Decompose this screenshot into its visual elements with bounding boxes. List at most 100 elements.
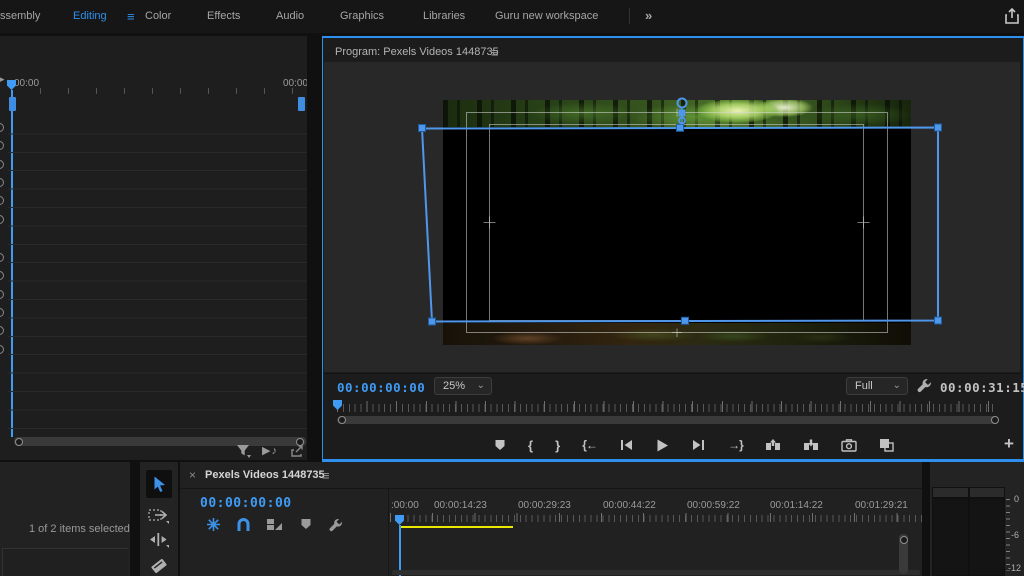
ec-stopwatch-icon[interactable] <box>0 141 4 150</box>
ec-stopwatch-icon[interactable] <box>0 196 4 205</box>
timeline-tab-title[interactable]: Pexels Videos 1448735 <box>205 469 325 481</box>
timeline-horizontal-scrollbar[interactable] <box>392 570 920 575</box>
timeline-vscroll-handle[interactable] <box>900 536 908 544</box>
ruler-label: 00:00:59:22 <box>687 500 740 511</box>
panel-grip-icon[interactable] <box>290 444 305 458</box>
comparison-view-button[interactable] <box>879 438 894 452</box>
ruler-label: :00:00 <box>391 500 419 511</box>
project-panel: 1 of 2 items selected <box>0 462 130 576</box>
tab-guru-new-workspace[interactable]: Guru new workspace <box>495 10 598 22</box>
timeline-tab-close-icon[interactable]: × <box>189 468 196 482</box>
meter-column-left[interactable] <box>932 498 969 576</box>
ripple-edit-tool-button[interactable] <box>148 532 170 548</box>
go-to-in-button[interactable]: {← <box>582 438 597 452</box>
meter-scale-label: -6 <box>1011 530 1019 540</box>
export-icon[interactable] <box>1002 6 1022 26</box>
ec-stopwatch-icon[interactable] <box>0 253 4 262</box>
mark-out-button[interactable]: } <box>555 438 560 453</box>
selection-tool-button[interactable] <box>146 470 172 498</box>
ec-row-expander-icon[interactable]: ▸ <box>0 74 5 85</box>
meter-column-right[interactable] <box>969 498 1005 576</box>
anchor-handle[interactable] <box>678 99 687 125</box>
program-controls-divider <box>324 373 1020 374</box>
chevron-down-icon: ⌄ <box>893 382 901 390</box>
project-list-area[interactable] <box>2 548 128 576</box>
workspace-bar: ssembly Editing ≡ Color Effects Audio Gr… <box>0 0 1024 33</box>
meter-scale-label: 0 <box>1014 494 1019 504</box>
handle-top-left <box>419 125 426 132</box>
extract-button[interactable] <box>803 438 819 452</box>
handle-bottom-left <box>429 318 436 325</box>
ec-stopwatch-icon[interactable] <box>0 345 4 354</box>
ec-stopwatch-icon[interactable] <box>0 215 4 224</box>
tab-color[interactable]: Color <box>145 10 171 22</box>
tab-libraries[interactable]: Libraries <box>423 10 465 22</box>
timeline-panel-menu-icon[interactable]: ≡ <box>322 468 330 483</box>
timeline-settings-wrench-icon[interactable] <box>328 517 344 533</box>
program-settings-wrench-icon[interactable] <box>916 377 933 394</box>
lift-button[interactable] <box>765 438 781 452</box>
ec-property-rows <box>8 116 307 438</box>
transform-overlay[interactable] <box>324 62 1020 372</box>
program-panel-title: Program: Pexels Videos 1448735 <box>335 46 499 58</box>
play-audio-icon[interactable]: ▶♪ <box>262 444 278 457</box>
tools-panel <box>140 462 178 576</box>
tab-overflow-chevron-icon[interactable]: » <box>645 8 652 23</box>
tab-audio[interactable]: Audio <box>276 10 304 22</box>
program-current-timecode[interactable]: 00:00:00:00 <box>337 380 425 395</box>
ruler-label: 00:01:14:22 <box>770 500 823 511</box>
ec-stopwatch-icon[interactable] <box>0 326 4 335</box>
program-panel-menu-icon[interactable]: ≡ <box>491 45 499 60</box>
ec-stopwatch-icon[interactable] <box>0 160 4 169</box>
filter-properties-icon[interactable] <box>236 444 252 459</box>
audio-meters-panel: 0 -6 -12 <box>930 462 1024 576</box>
timeline-current-timecode[interactable]: 00:00:00:00 <box>200 496 292 511</box>
meter-header-left <box>932 487 969 498</box>
ec-stopwatch-icon[interactable] <box>0 290 4 299</box>
export-frame-button[interactable] <box>841 438 857 452</box>
tab-overflow-divider <box>629 8 630 24</box>
ec-stopwatch-icon[interactable] <box>0 271 4 280</box>
workspace-menu-icon[interactable]: ≡ <box>127 9 135 24</box>
go-to-out-button[interactable]: →} <box>728 438 743 452</box>
tab-graphics[interactable]: Graphics <box>340 10 384 22</box>
program-scrollbar[interactable] <box>337 416 999 424</box>
add-marker-button[interactable] <box>494 439 506 451</box>
ec-ruler-ticks[interactable] <box>40 88 302 94</box>
step-back-button[interactable] <box>619 438 633 452</box>
ec-navigator-right-handle[interactable] <box>298 97 305 111</box>
safe-margins <box>467 109 888 338</box>
ec-stopwatch-icon[interactable] <box>0 308 4 317</box>
timeline-add-marker-icon[interactable] <box>300 518 312 530</box>
snap-magnet-icon[interactable] <box>236 517 251 532</box>
ec-navigator-left-handle[interactable] <box>9 97 16 111</box>
ec-stopwatch-icon[interactable] <box>0 178 4 187</box>
play-button[interactable] <box>655 438 670 453</box>
tab-editing[interactable]: Editing <box>73 10 107 22</box>
linked-selection-icon[interactable] <box>266 517 283 532</box>
step-forward-button[interactable] <box>692 438 706 452</box>
program-scrollbar-left-handle[interactable] <box>338 416 346 424</box>
ec-scrollbar-left-handle[interactable] <box>15 438 23 446</box>
mark-in-button[interactable]: { <box>528 438 533 453</box>
project-status-text: 1 of 2 items selected <box>29 523 130 535</box>
meter-header-right <box>969 487 1005 498</box>
program-resolution-select[interactable]: Full ⌄ <box>846 377 908 395</box>
program-zoom-select[interactable]: 25% ⌄ <box>434 377 492 395</box>
timeline-ruler[interactable]: :00:00 00:00:14:23 00:00:29:23 00:00:44:… <box>390 500 922 528</box>
chevron-down-icon: ⌄ <box>477 382 485 390</box>
program-mini-ruler-major <box>337 401 997 412</box>
program-scrollbar-right-handle[interactable] <box>991 416 999 424</box>
timeline-tab-divider <box>180 488 922 489</box>
ec-stopwatch-icon[interactable] <box>0 123 4 132</box>
tab-assembly[interactable]: ssembly <box>0 10 40 22</box>
ruler-label: 00:01:29:21 <box>855 500 908 511</box>
button-editor-plus-button[interactable]: + <box>1004 434 1014 454</box>
premiere-app-window: ssembly Editing ≡ Color Effects Audio Gr… <box>0 0 1024 576</box>
tab-effects[interactable]: Effects <box>207 10 240 22</box>
handle-top-right <box>935 124 942 131</box>
nest-toggle-icon[interactable] <box>206 517 221 532</box>
track-select-forward-tool-button[interactable] <box>148 508 170 524</box>
razor-tool-button[interactable] <box>149 557 169 575</box>
handle-bottom-right <box>935 317 942 324</box>
